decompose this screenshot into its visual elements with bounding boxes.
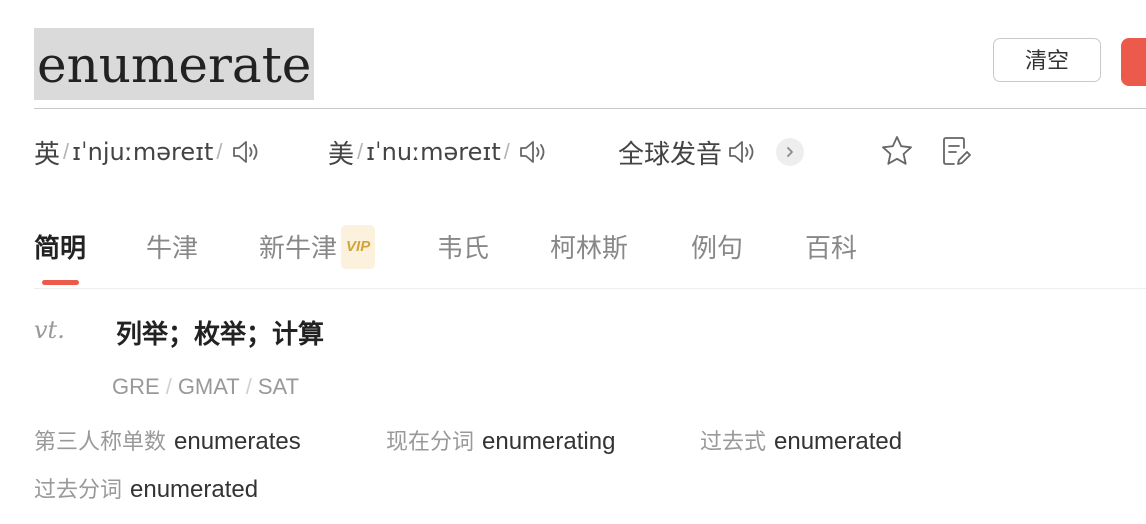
word-form-label: 第三人称单数 <box>34 429 167 454</box>
word-form: 现在分词 enumerating <box>386 424 615 456</box>
tab-encyclopedia[interactable]: 百科 <box>805 228 857 268</box>
word-form-value[interactable]: enumerates <box>174 428 301 455</box>
search-input[interactable]: enumerate <box>34 28 315 100</box>
word-form: 过去式 enumerated <box>700 424 902 456</box>
exam-tag: GRE <box>112 374 160 399</box>
word-form: 过去分词 enumerated <box>34 472 258 504</box>
tab-examples[interactable]: 例句 <box>691 228 743 268</box>
pron-us-label: 美 <box>328 138 355 169</box>
note-edit-icon[interactable] <box>940 134 972 168</box>
tab-concise[interactable]: 简明 <box>34 228 86 268</box>
exam-tag: SAT <box>257 374 300 399</box>
tab-collins[interactable]: 柯林斯 <box>550 228 628 268</box>
star-icon[interactable] <box>880 134 914 168</box>
chevron-right-icon[interactable] <box>776 138 805 166</box>
tab-webster[interactable]: 韦氏 <box>437 228 489 268</box>
tab-new-oxford[interactable]: 新牛津 VIP <box>259 225 376 272</box>
tab-new-oxford-label: 新牛津 <box>259 233 338 263</box>
pron-global: 全球发音 <box>618 130 805 174</box>
speaker-icon[interactable] <box>726 136 758 168</box>
word-form-value[interactable]: enumerating <box>482 428 615 455</box>
pron-uk: 英 / ɪˈnjuːməreɪt / <box>34 130 262 174</box>
word-form-label: 过去式 <box>700 429 767 454</box>
exam-tags: GRE / GMAT / SAT <box>112 374 300 399</box>
speaker-icon[interactable] <box>230 136 262 168</box>
pron-us: 美 / ɪˈnuːməreɪt / <box>328 130 549 174</box>
word-form-label: 过去分词 <box>34 477 123 502</box>
search-bar: enumerate 清空 <box>34 28 1146 109</box>
exam-tag: GMAT <box>177 374 240 399</box>
tab-oxford[interactable]: 牛津 <box>146 228 198 268</box>
speaker-icon[interactable] <box>517 136 549 168</box>
search-button[interactable] <box>1121 38 1146 86</box>
word-form: 第三人称单数 enumerates <box>34 424 301 456</box>
definition-meaning: 列举；枚举；计算 <box>116 319 325 349</box>
word-form-value[interactable]: enumerated <box>130 476 258 503</box>
vip-badge: VIP <box>341 225 376 270</box>
dictionary-tabs: 简明 牛津 新牛津 VIP 韦氏 柯林斯 例句 百科 <box>34 225 1146 289</box>
pron-global-label: 全球发音 <box>618 138 723 169</box>
part-of-speech: vt. <box>34 316 65 344</box>
pron-us-ipa: ɪˈnuːməreɪt <box>366 138 501 166</box>
word-form-value[interactable]: enumerated <box>774 428 902 455</box>
active-tab-indicator <box>42 280 79 285</box>
word-form-label: 现在分词 <box>386 429 475 454</box>
pron-uk-label: 英 <box>34 138 61 169</box>
pron-uk-ipa: ɪˈnjuːməreɪt <box>72 138 214 166</box>
clear-button[interactable]: 清空 <box>993 38 1101 82</box>
